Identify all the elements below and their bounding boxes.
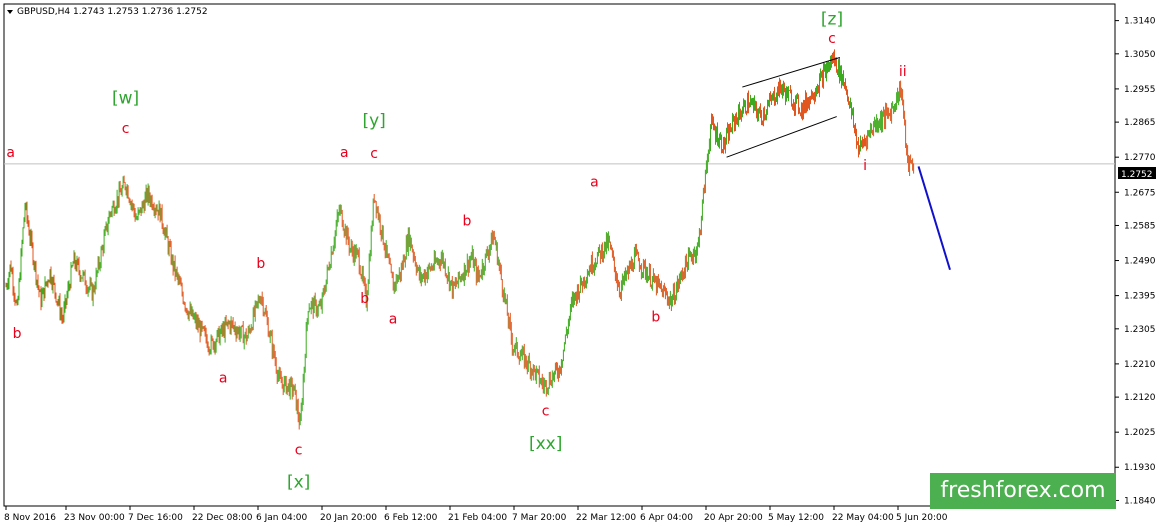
wave-label: i: [863, 158, 867, 174]
wave-label: a: [389, 311, 398, 327]
time-tick-label: 6 Jan 04:00: [256, 513, 308, 523]
time-tick-label: 22 Dec 08:00: [192, 513, 253, 523]
time-tick-label: 7 Dec 16:00: [128, 513, 183, 523]
wave-label: [y]: [362, 111, 385, 131]
wave-label: b: [256, 256, 265, 272]
wave-label: b: [13, 326, 22, 342]
price-tick-label: 1.2490: [1124, 257, 1156, 267]
current-price-label: 1.2752: [1121, 170, 1153, 180]
current-price-tag: 1.2752: [1118, 167, 1156, 180]
price-tick-label: 1.3140: [1124, 17, 1156, 27]
symbol-header: GBPUSD,H4 1.2743 1.2753 1.2736 1.2752: [7, 7, 208, 17]
price-tick-label: 1.2585: [1124, 221, 1156, 231]
wave-label: a: [219, 370, 228, 386]
price-tick-label: 1.2210: [1124, 360, 1156, 370]
price-tick-label: 1.2675: [1124, 188, 1156, 198]
wave-label: c: [122, 121, 130, 137]
price-tick-label: 1.2395: [1124, 292, 1156, 302]
wave-label: b: [651, 309, 660, 325]
wave-label: [z]: [821, 9, 843, 29]
price-tick-label: 1.2955: [1124, 85, 1156, 95]
wave-label: [x]: [287, 473, 310, 493]
price-chart: abc[w]abc[x]abc[y]abc[xx]abc[z]iviii 1.3…: [3, 0, 1156, 523]
wave-label: c: [542, 404, 550, 420]
price-tick-label: 1.2770: [1124, 153, 1156, 163]
time-tick-label: 7 Mar 20:00: [512, 513, 567, 523]
time-tick-label: 6 Apr 04:00: [640, 513, 693, 523]
wave-label: [xx]: [529, 434, 562, 454]
wave-label: a: [6, 145, 15, 161]
time-tick-label: 5 May 12:00: [768, 513, 824, 523]
wave-label: c: [370, 146, 378, 162]
wave-label: c: [828, 31, 836, 47]
watermark-logo: freshforex.com: [930, 473, 1116, 509]
price-tick-label: 1.2305: [1124, 325, 1156, 335]
price-tick-label: 1.1840: [1124, 496, 1156, 506]
price-tick-label: 1.3050: [1124, 50, 1156, 60]
wave-label: a: [340, 145, 349, 161]
wave-label: ii: [899, 64, 907, 80]
wave-label: c: [295, 442, 303, 458]
wave-label: b: [360, 291, 369, 307]
time-tick-label: 20 Jan 20:00: [320, 513, 377, 523]
price-tick-label: 1.2120: [1124, 393, 1156, 403]
time-tick-label: 20 Apr 20:00: [704, 513, 763, 523]
wave-label: a: [590, 175, 599, 191]
time-tick-label: 21 Feb 04:00: [448, 513, 507, 523]
wave-label: [w]: [112, 89, 139, 109]
symbol-ohlc-text: GBPUSD,H4 1.2743 1.2753 1.2736 1.2752: [17, 7, 208, 17]
time-tick-label: 8 Nov 2016: [4, 513, 56, 523]
wave-label: b: [463, 213, 472, 229]
wave-label: iv: [823, 0, 841, 3]
time-tick-label: 5 Jun 20:00: [896, 513, 948, 523]
time-tick-label: 22 May 04:00: [832, 513, 894, 523]
price-axis: 1.3140 1.3050 1.2955 1.2865 1.2770 1.2675 1.25…: [1115, 17, 1156, 506]
time-tick-label: 6 Feb 12:00: [384, 513, 438, 523]
price-tick-label: 1.2865: [1124, 118, 1156, 128]
time-axis: 8 Nov 2016 23 Nov 00:00 7 Dec 16:00 22 Dec …: [4, 506, 948, 523]
time-tick-label: 22 Mar 12:00: [576, 513, 636, 523]
time-tick-label: 23 Nov 00:00: [64, 513, 125, 523]
price-tick-label: 1.1930: [1124, 463, 1156, 473]
price-tick-label: 1.2025: [1124, 428, 1156, 438]
